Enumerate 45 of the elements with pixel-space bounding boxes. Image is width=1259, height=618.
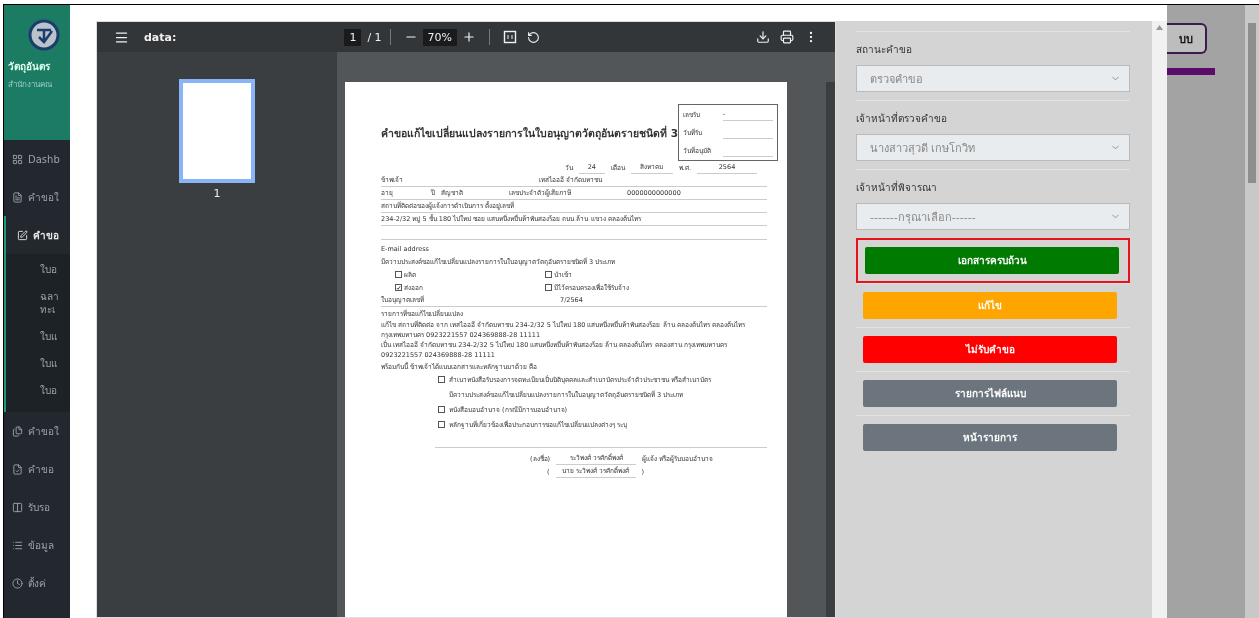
nav-icon (12, 425, 23, 437)
download-icon (756, 30, 770, 44)
nav-icon (12, 501, 23, 513)
printer-icon (780, 30, 794, 44)
menu-icon (114, 29, 129, 45)
logo-icon (28, 19, 60, 51)
sidebar-item[interactable]: คำขอใ (4, 178, 70, 216)
nav-icon (12, 463, 23, 475)
file-name: data: (144, 30, 177, 44)
submenu-item[interactable]: ใบแ (6, 350, 70, 377)
nav-icon (12, 539, 23, 551)
nav-icon (12, 191, 23, 203)
page-total: / 1 (367, 30, 382, 44)
nav-icon (12, 153, 23, 165)
rotate-icon (527, 30, 541, 44)
action-button[interactable]: รายการไฟล์แนบ (863, 380, 1117, 407)
action-button[interactable]: ไม่รับคำขอ (863, 336, 1117, 363)
plus-icon (462, 30, 477, 44)
nav-icon (17, 229, 28, 241)
submenu-item[interactable]: ฉลา ทะเ (6, 283, 70, 323)
page-number-field[interactable]: 1 (344, 28, 362, 46)
fit-page-icon (503, 30, 518, 44)
brand-subtitle: สำนักงานคณ (8, 79, 53, 91)
submenu-item[interactable]: ใบแ (6, 323, 70, 350)
field-label: เจ้าหน้าที่ตรวจคำขอ (856, 111, 948, 126)
field-label: เจ้าหน้าที่พิจารณา (856, 180, 938, 195)
nav-icon (12, 577, 23, 589)
sidebar-item[interactable]: คำขอใ (4, 412, 70, 450)
sidebar-item[interactable]: Dashb (4, 140, 70, 178)
page-thumbnail[interactable] (179, 79, 255, 183)
field-label: สถานะคำขอ (856, 43, 913, 57)
submenu-item[interactable]: ใบอ (6, 256, 70, 283)
sidebar-item[interactable]: รับรอ (4, 488, 70, 526)
action-button[interactable]: หน้ารายการ (863, 424, 1117, 451)
sidebar-item[interactable]: ตั้งค่ (4, 564, 70, 602)
sidebar-item[interactable]: คำขอ (4, 450, 70, 488)
sidebar-item[interactable]: ข้อมูล (4, 526, 70, 564)
action-button[interactable]: เอกสารครบถ้วน (865, 247, 1119, 274)
brand-title: วัตถุอันตร (8, 60, 51, 74)
header-button[interactable]: บบ (1167, 23, 1207, 54)
submenu-item[interactable]: ใบอ (6, 377, 70, 404)
tab-underline (1167, 68, 1215, 75)
document-title: คำขอแก้ไขเปลี่ยนแปลงรายการในใบอนุญาตวัตถุอันตรายชนิดที่ 3 (381, 126, 678, 139)
thumbnail-label: 1 (213, 187, 221, 200)
zoom-field[interactable]: 70% (422, 28, 458, 46)
